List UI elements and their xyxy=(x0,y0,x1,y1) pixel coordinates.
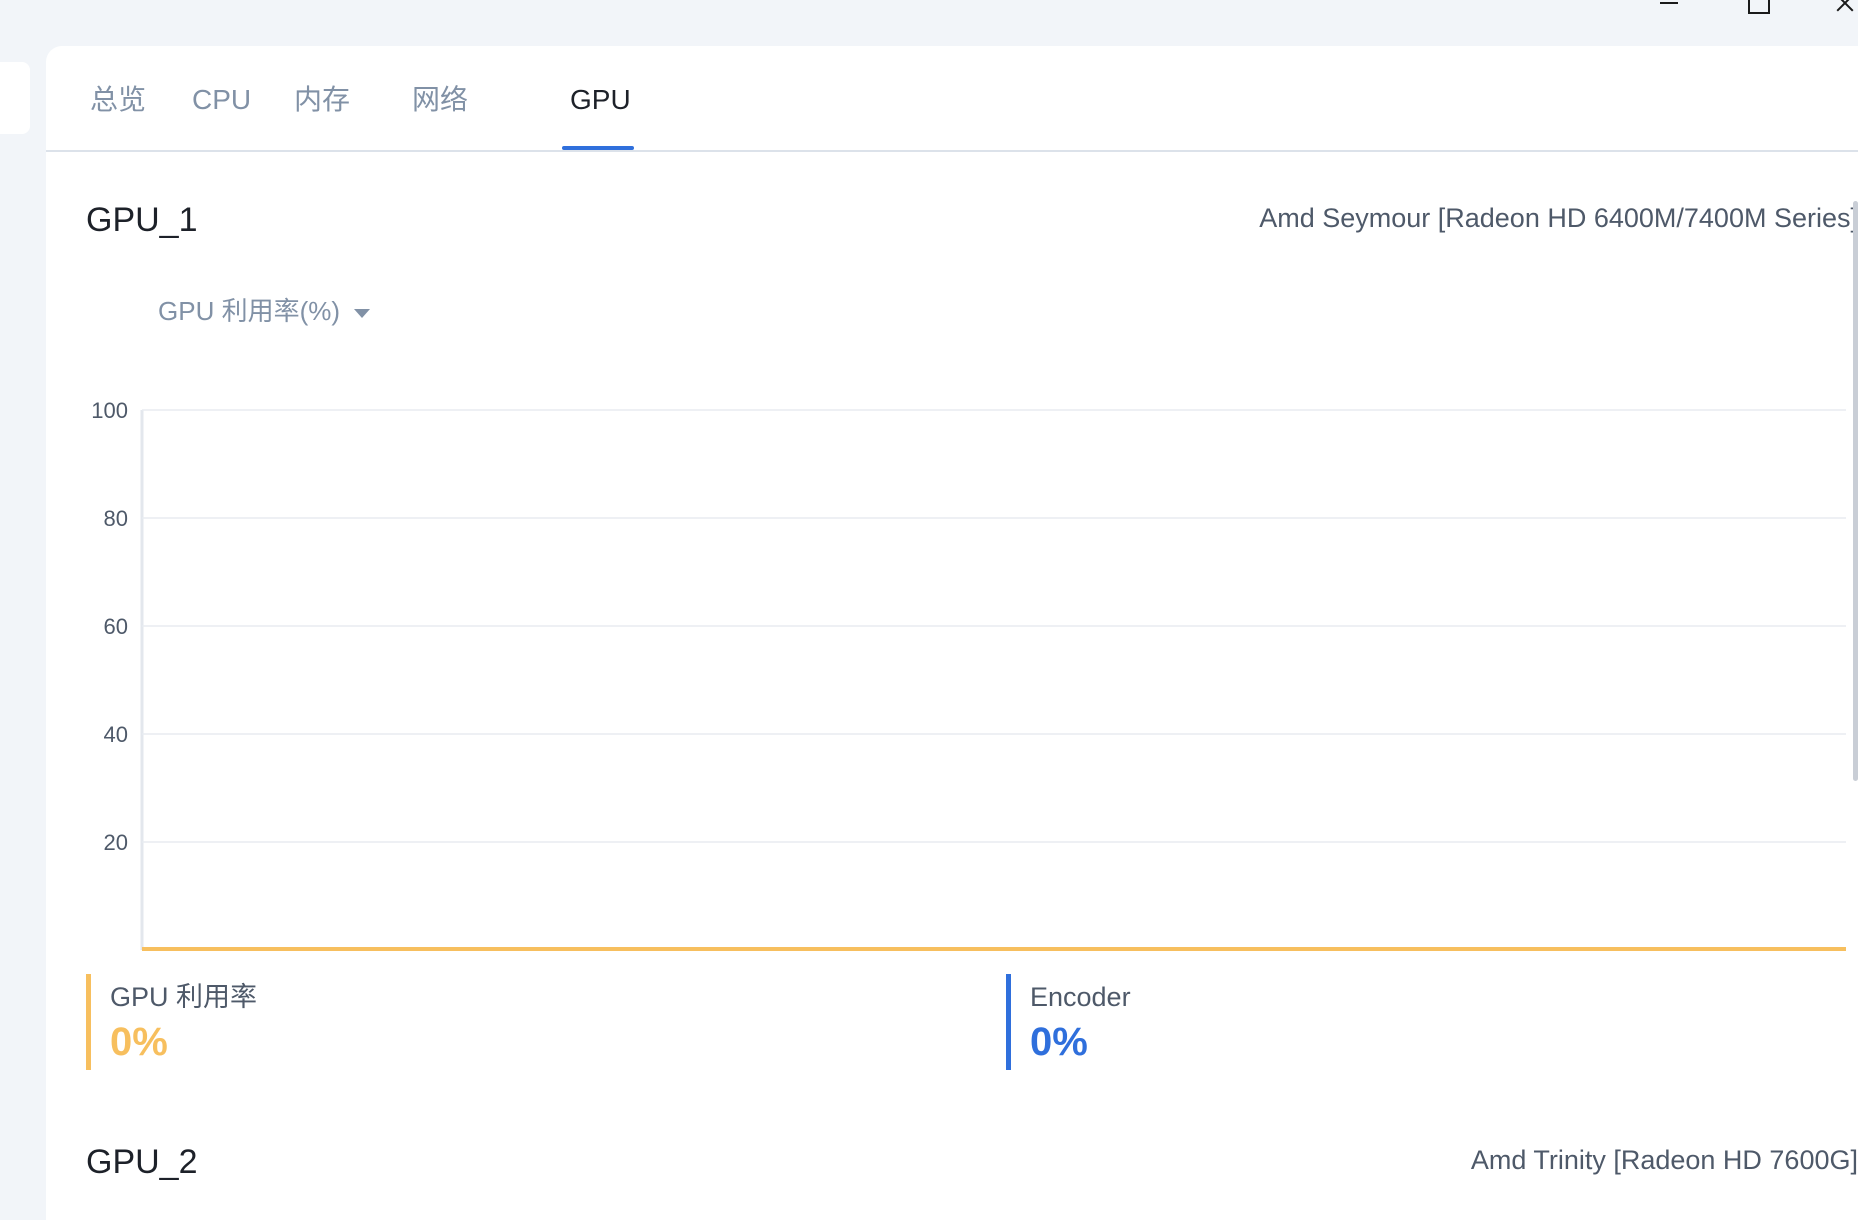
active-tab-indicator xyxy=(562,146,634,150)
y-tick-label: 20 xyxy=(104,830,128,855)
metric-dropdown-label: GPU 利用率(%) xyxy=(158,296,341,326)
stat-color-bar xyxy=(86,974,91,1070)
monitor-panel: 总览 CPU 内存 网络 GPU GPU_1 Amd Seymour [Rade… xyxy=(46,46,1858,1220)
stat-color-bar xyxy=(1006,974,1011,1070)
stat-label: GPU 利用率 xyxy=(110,982,258,1012)
stat-value: 0% xyxy=(110,1020,168,1064)
stat-value: 0% xyxy=(1030,1020,1088,1064)
stat-label: Encoder xyxy=(1030,982,1131,1012)
tab-cpu[interactable]: CPU xyxy=(192,82,251,118)
gpu-2-title: GPU_2 xyxy=(86,1143,198,1181)
y-tick-label: 100 xyxy=(91,398,128,423)
gpu-1-model: Amd Seymour [Radeon HD 6400M/7400M Serie… xyxy=(1259,203,1858,233)
y-tick-label: 60 xyxy=(104,614,128,639)
tab-gpu[interactable]: GPU xyxy=(570,82,631,118)
gpu-2-model: Amd Trinity [Radeon HD 7600G] xyxy=(1470,1145,1858,1175)
stat-gpu-utilization: GPU 利用率 0% xyxy=(86,974,966,1070)
scrollbar-thumb[interactable] xyxy=(1853,201,1858,781)
gpu-1-title: GPU_1 xyxy=(86,201,198,239)
metric-dropdown[interactable]: GPU 利用率(%) xyxy=(158,294,371,328)
tab-overview[interactable]: 总览 xyxy=(90,82,146,118)
maximize-icon[interactable] xyxy=(1746,0,1770,14)
y-tick-label: 40 xyxy=(104,722,128,747)
tab-memory[interactable]: 内存 xyxy=(294,82,350,118)
y-tick-label: 80 xyxy=(104,506,128,531)
gpu-utilization-chart: 100 80 60 40 20 xyxy=(91,398,1846,951)
sidebar-edge xyxy=(0,62,30,134)
tab-bar: 总览 CPU 内存 网络 GPU xyxy=(46,46,1858,152)
close-icon[interactable] xyxy=(1834,0,1858,14)
minimize-icon[interactable] xyxy=(1658,0,1682,14)
tab-network[interactable]: 网络 xyxy=(412,82,468,118)
caret-down-icon xyxy=(354,308,371,318)
window-controls xyxy=(1638,0,1858,20)
stat-encoder: Encoder 0% xyxy=(1006,974,1806,1070)
